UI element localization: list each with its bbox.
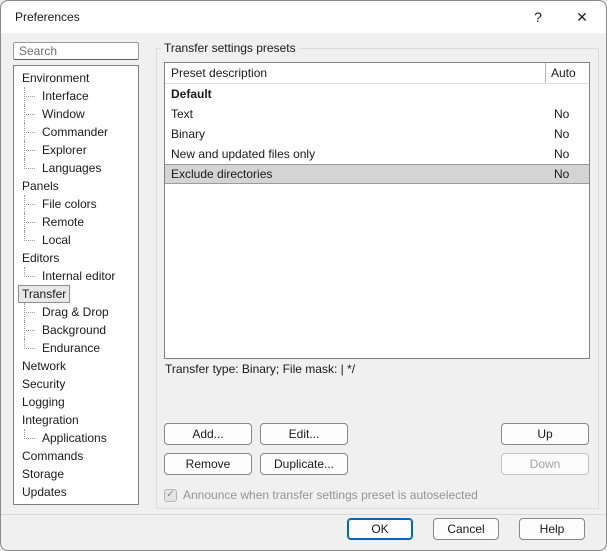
tree-item-window[interactable]: Window: [14, 105, 138, 123]
preset-row[interactable]: TextNo: [165, 104, 589, 124]
preset-row[interactable]: Exclude directoriesNo: [165, 164, 589, 184]
tree-item-label: Security: [18, 375, 69, 393]
tree-item-label: Interface: [38, 87, 93, 105]
transfer-presets-group: Transfer settings presets Preset descrip…: [156, 48, 599, 509]
tree-item-storage[interactable]: Storage: [14, 465, 138, 483]
tree-item-label: Integration: [18, 411, 83, 429]
window-title: Preferences: [15, 10, 80, 24]
column-header-description[interactable]: Preset description: [165, 63, 546, 83]
tree-item-label: Panels: [18, 177, 63, 195]
preset-auto-value: No: [546, 107, 589, 121]
add-button[interactable]: Add...: [164, 423, 252, 445]
tree-item-file-colors[interactable]: File colors: [14, 195, 138, 213]
ok-button[interactable]: OK: [347, 518, 413, 540]
edit-button[interactable]: Edit...: [260, 423, 348, 445]
tree-item-label: Languages: [38, 159, 105, 177]
tree-item-label: Commands: [18, 447, 87, 465]
tree-item-label: Storage: [18, 465, 68, 483]
announce-checkbox[interactable]: ✓: [164, 489, 177, 502]
preset-row[interactable]: New and updated files onlyNo: [165, 144, 589, 164]
tree-item-local[interactable]: Local: [14, 231, 138, 249]
tree-item-label: Network: [18, 357, 70, 375]
tree-item-commands[interactable]: Commands: [14, 447, 138, 465]
tree-item-label: Window: [38, 105, 89, 123]
announce-label: Announce when transfer settings preset i…: [183, 488, 478, 502]
preset-name: Exclude directories: [165, 167, 546, 181]
tree-item-internal-editor[interactable]: Internal editor: [14, 267, 138, 285]
group-label: Transfer settings presets: [161, 41, 299, 55]
tree-item-label: Drag & Drop: [38, 303, 113, 321]
preset-name: Text: [165, 107, 546, 121]
tree-item-label: Local: [38, 231, 75, 249]
preset-name: New and updated files only: [165, 147, 546, 161]
preset-summary: Transfer type: Binary; File mask: | */: [165, 362, 355, 376]
tree-item-applications[interactable]: Applications: [14, 429, 138, 447]
help-icon: ?: [534, 9, 542, 25]
tree-item-panels[interactable]: Panels: [14, 177, 138, 195]
search-input[interactable]: [13, 42, 139, 60]
tree-item-label: Editors: [18, 249, 63, 267]
tree-item-security[interactable]: Security: [14, 375, 138, 393]
close-icon: ✕: [576, 9, 588, 26]
tree-item-label: Environment: [18, 69, 93, 87]
tree-item-label: Commander: [38, 123, 112, 141]
preset-auto-value: No: [546, 167, 589, 181]
tree-item-label: File colors: [38, 195, 101, 213]
tree-item-label: Remote: [38, 213, 88, 231]
tree-item-label: Logging: [18, 393, 69, 411]
preset-row[interactable]: BinaryNo: [165, 124, 589, 144]
down-button[interactable]: Down: [501, 453, 589, 475]
remove-button[interactable]: Remove: [164, 453, 252, 475]
tree-item-integration[interactable]: Integration: [14, 411, 138, 429]
up-button[interactable]: Up: [501, 423, 589, 445]
tree-item-explorer[interactable]: Explorer: [14, 141, 138, 159]
tree-item-background[interactable]: Background: [14, 321, 138, 339]
titlebar-close-button[interactable]: ✕: [559, 1, 605, 33]
tree-item-editors[interactable]: Editors: [14, 249, 138, 267]
tree-item-label: Internal editor: [38, 267, 119, 285]
preset-auto-value: No: [546, 127, 589, 141]
preset-name: Default: [165, 87, 546, 101]
column-header-auto[interactable]: Auto: [546, 63, 589, 83]
titlebar: Preferences ? ✕: [1, 1, 606, 33]
cancel-button[interactable]: Cancel: [433, 518, 499, 540]
tree-item-updates[interactable]: Updates: [14, 483, 138, 501]
tree-item-label: Explorer: [38, 141, 91, 159]
tree-item-label: Background: [38, 321, 110, 339]
tree-item-environment[interactable]: Environment: [14, 69, 138, 87]
tree-item-drag-drop[interactable]: Drag & Drop: [14, 303, 138, 321]
tree-item-label: Transfer: [18, 285, 70, 303]
tree-item-label: Endurance: [38, 339, 104, 357]
tree-item-transfer[interactable]: Transfer: [14, 285, 138, 303]
tree-item-languages[interactable]: Languages: [14, 159, 138, 177]
footer-divider: [1, 514, 606, 515]
preset-auto-value: No: [546, 147, 589, 161]
checkmark-icon: ✓: [166, 490, 174, 500]
preset-row[interactable]: Default: [165, 84, 589, 104]
preferences-tree: EnvironmentInterfaceWindowCommanderExplo…: [13, 65, 139, 505]
tree-item-network[interactable]: Network: [14, 357, 138, 375]
titlebar-help-button[interactable]: ?: [517, 1, 559, 33]
preset-name: Binary: [165, 127, 546, 141]
tree-item-logging[interactable]: Logging: [14, 393, 138, 411]
preset-list: Preset description Auto DefaultTextNoBin…: [164, 62, 590, 359]
duplicate-button[interactable]: Duplicate...: [260, 453, 348, 475]
tree-item-commander[interactable]: Commander: [14, 123, 138, 141]
tree-item-remote[interactable]: Remote: [14, 213, 138, 231]
tree-item-endurance[interactable]: Endurance: [14, 339, 138, 357]
tree-item-label: Applications: [38, 429, 111, 447]
tree-item-interface[interactable]: Interface: [14, 87, 138, 105]
preset-list-header: Preset description Auto: [165, 63, 589, 84]
tree-item-label: Updates: [18, 483, 71, 501]
help-button[interactable]: Help: [519, 518, 585, 540]
preset-list-body: DefaultTextNoBinaryNoNew and updated fil…: [165, 84, 589, 184]
announce-row: ✓ Announce when transfer settings preset…: [164, 488, 478, 502]
preferences-dialog: Preferences ? ✕ EnvironmentInterfaceWind…: [0, 0, 607, 551]
